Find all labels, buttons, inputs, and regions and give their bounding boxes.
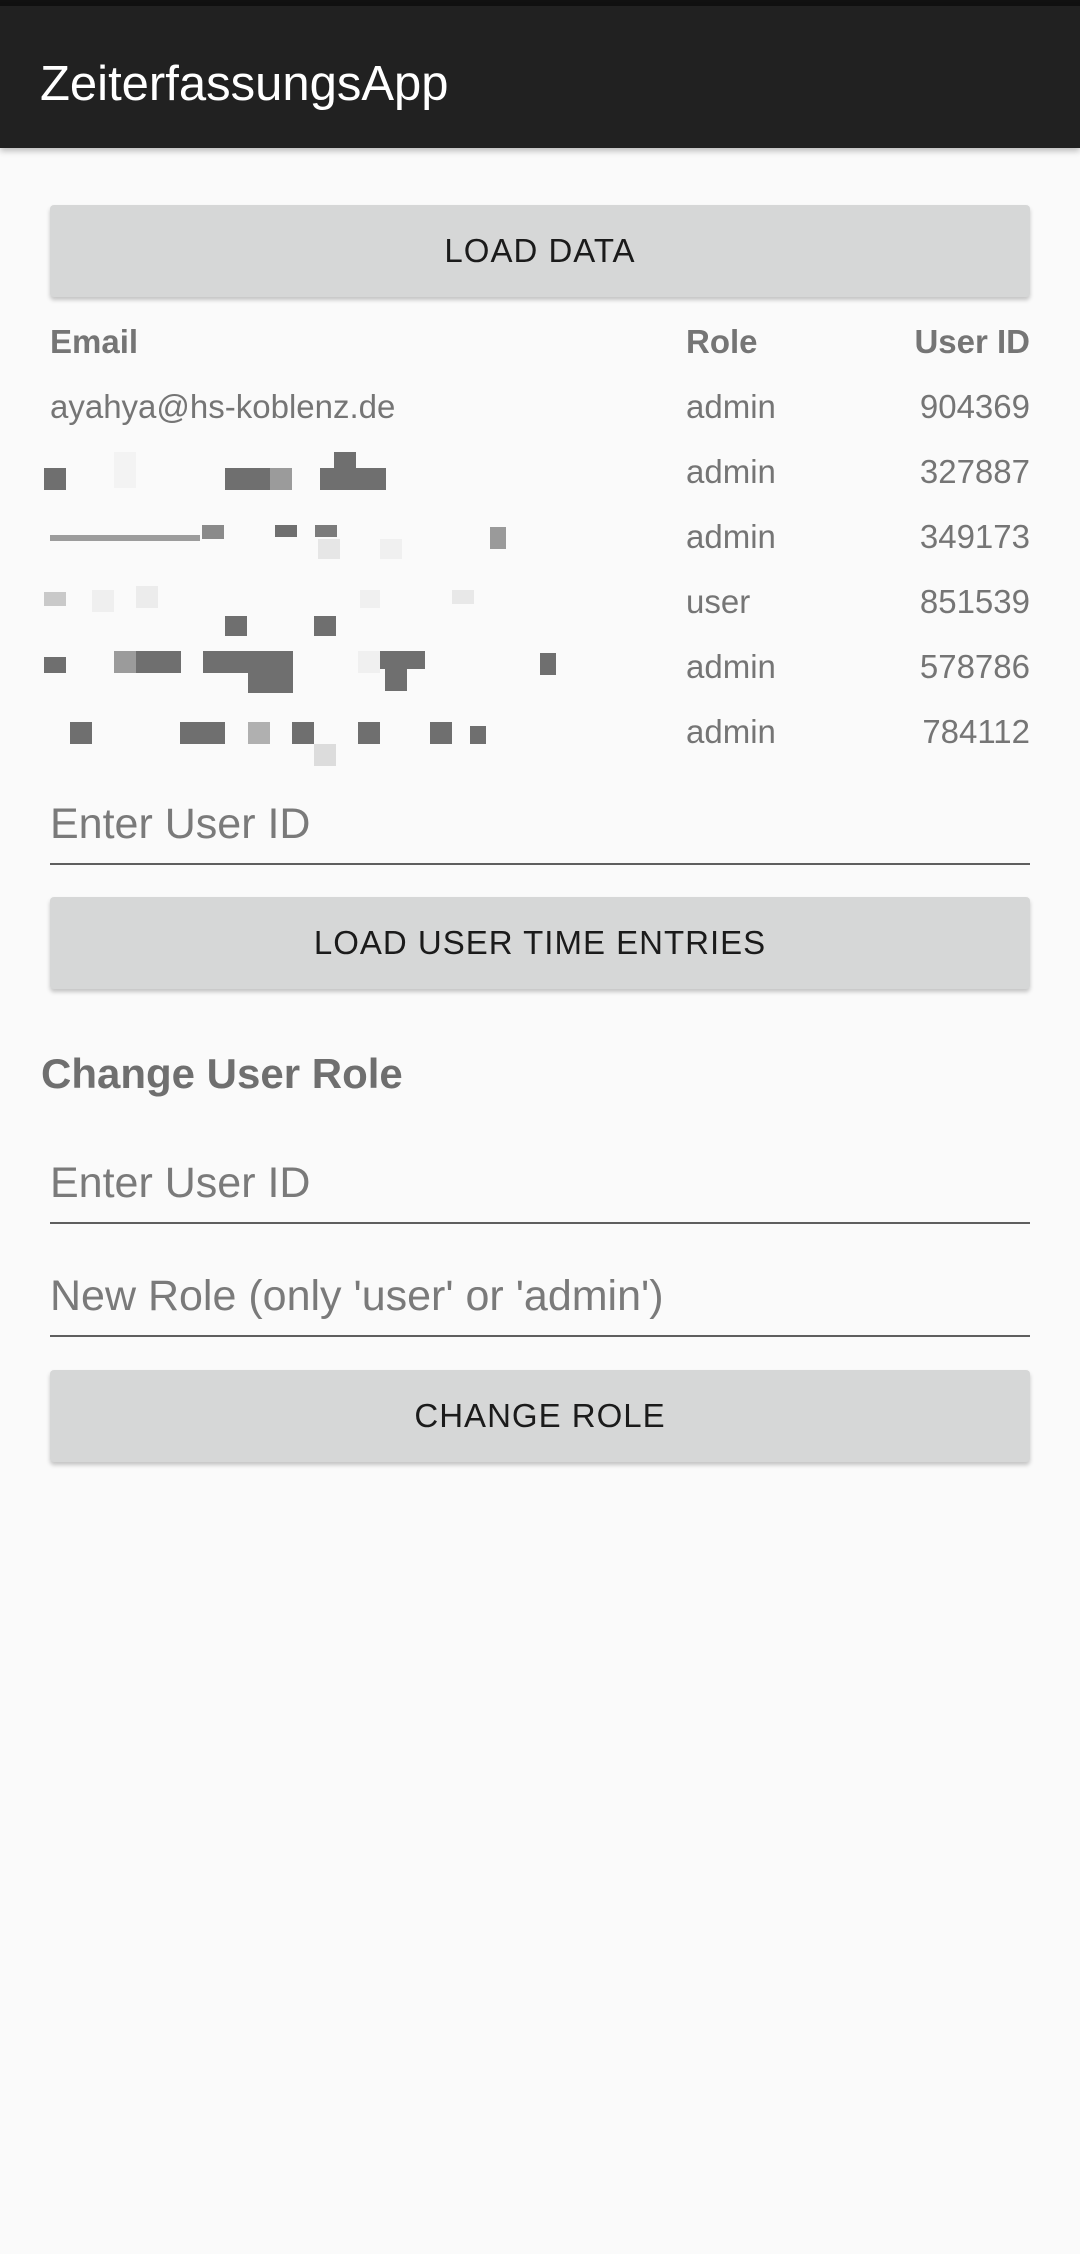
column-header-email: Email: [50, 323, 139, 360]
cell-user-id: 784112: [922, 713, 1030, 750]
cell-user-id: 904369: [919, 388, 1030, 425]
load-data-button[interactable]: LOAD DATA: [50, 205, 1030, 297]
table-header: Email Role User ID: [50, 318, 1030, 366]
table-row: admin 327887: [44, 448, 1030, 496]
cell-role: admin: [686, 713, 776, 750]
redacted-email: [50, 708, 570, 766]
user-id-input[interactable]: Enter User ID: [50, 793, 1030, 865]
column-header-role: Role: [686, 323, 758, 360]
cell-user-id: 327887: [919, 453, 1030, 490]
cell-user-id: 349173: [919, 518, 1030, 555]
table-row: admin 784112: [50, 708, 1030, 766]
cell-user-id: 578786: [919, 648, 1030, 685]
app-title: ZeiterfassungsApp: [40, 57, 449, 111]
redacted-email: [44, 578, 570, 636]
column-header-user-id: User ID: [914, 323, 1030, 360]
change-user-role-heading: Change User Role: [41, 1050, 403, 1097]
cell-role: admin: [686, 518, 776, 555]
change-role-button[interactable]: CHANGE ROLE: [50, 1370, 1030, 1462]
cell-role: admin: [686, 453, 776, 490]
cell-role: admin: [686, 648, 776, 685]
redacted-email: [44, 448, 570, 496]
load-user-time-entries-button[interactable]: LOAD USER TIME ENTRIES: [50, 897, 1030, 989]
cell-user-id: 851539: [919, 583, 1030, 620]
cell-role: admin: [686, 388, 776, 425]
table-row: ayahya@hs-koblenz.de admin 904369: [50, 383, 1030, 431]
redacted-email: [44, 643, 570, 693]
redacted-email: [50, 513, 570, 561]
table-row: user 851539: [44, 578, 1030, 636]
app-bar: ZeiterfassungsApp: [0, 6, 1080, 148]
cell-role: user: [686, 583, 751, 620]
cell-email: ayahya@hs-koblenz.de: [50, 388, 396, 425]
change-role-user-id-input[interactable]: Enter User ID: [50, 1152, 1030, 1224]
table-row: admin 578786: [44, 643, 1030, 693]
table-row: admin 349173: [50, 513, 1030, 561]
new-role-input[interactable]: New Role (only 'user' or 'admin'): [50, 1265, 1030, 1337]
